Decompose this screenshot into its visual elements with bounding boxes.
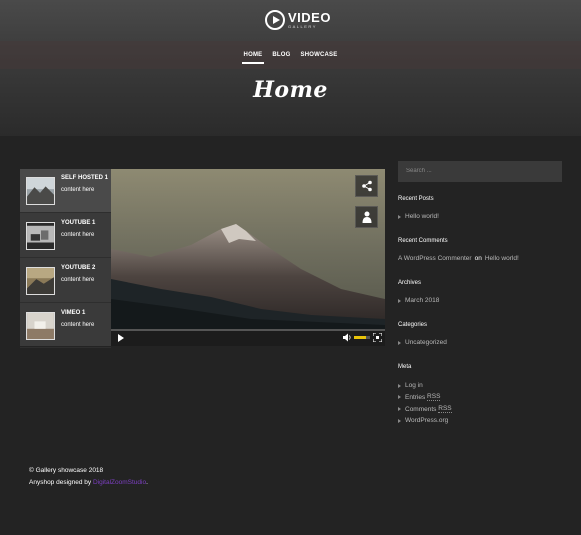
footer-credits-suffix: . xyxy=(146,479,148,486)
meta-entries-rss-abbr: RSS xyxy=(427,393,441,401)
category-link[interactable]: Uncategorized xyxy=(398,339,447,346)
user-icon xyxy=(362,211,371,223)
triangle-bullet-icon xyxy=(398,214,401,219)
meta-comments-rss-link[interactable]: Comments RSS xyxy=(398,405,452,413)
share-icon xyxy=(361,180,372,192)
page-title: Home xyxy=(253,77,328,103)
meta-entries-rss-link[interactable]: Entries RSS xyxy=(398,393,441,401)
playlist-item-desc: content here xyxy=(61,187,95,193)
footer-copyright: © Gallery showcase 2018 xyxy=(29,467,104,474)
meta-wordpress-link[interactable]: WordPress.org xyxy=(398,417,448,424)
logo-text: VIDEO GALLERY xyxy=(288,11,331,29)
archive-label: March 2018 xyxy=(405,297,440,304)
logo-title: VIDEO xyxy=(288,10,331,25)
recent-comment: A WordPress Commenter on Hello world! xyxy=(398,255,519,262)
triangle-bullet-icon xyxy=(398,407,401,411)
playlist-item-desc: content here xyxy=(61,232,95,238)
video-thumbnail xyxy=(26,267,55,295)
meta-entries-label: Entries xyxy=(405,393,426,401)
play-icon[interactable] xyxy=(118,334,124,342)
playlist-item[interactable]: YOUTUBE 2 content here xyxy=(20,259,111,303)
logo-subtitle: GALLERY xyxy=(288,24,317,29)
main-nav: HOME BLOG SHOWCASE xyxy=(0,50,581,64)
triangle-bullet-icon xyxy=(398,383,401,388)
meta-login-label: Log in xyxy=(405,382,423,389)
playlist-item[interactable]: YOUTUBE 1 content here xyxy=(20,214,111,258)
playlist-item-title: SELF HOSTED 1 xyxy=(61,175,109,181)
widget-title-recent-posts: Recent Posts xyxy=(398,196,434,202)
nav-item-showcase[interactable]: SHOWCASE xyxy=(299,50,340,62)
volume-level xyxy=(354,336,366,339)
progress-bar[interactable] xyxy=(111,329,385,331)
comment-post-link[interactable]: Hello world! xyxy=(485,255,519,262)
meta-comments-label: Comments xyxy=(405,405,437,413)
widget-title-recent-comments: Recent Comments xyxy=(398,238,448,244)
nav-item-blog[interactable]: BLOG xyxy=(270,50,292,62)
comment-on-text: on xyxy=(474,255,482,262)
footer-designer-link[interactable]: DigitalZoomStudio xyxy=(93,479,146,486)
category-label: Uncategorized xyxy=(405,339,447,346)
playlist-item[interactable]: SELF HOSTED 1 content here xyxy=(20,169,111,213)
triangle-bullet-icon xyxy=(398,340,401,345)
volume-icon[interactable] xyxy=(343,333,352,342)
triangle-bullet-icon xyxy=(398,395,401,399)
share-button[interactable] xyxy=(355,175,378,197)
video-thumbnail xyxy=(26,312,55,340)
meta-login-link[interactable]: Log in xyxy=(398,382,423,389)
playlist-item-title: YOUTUBE 1 xyxy=(61,220,96,226)
recent-post-link[interactable]: Hello world! xyxy=(398,213,439,220)
footer-credits-prefix: Anyshop designed by xyxy=(29,479,92,486)
playlist-item[interactable]: VIMEO 1 content here xyxy=(20,304,111,348)
meta-comments-rss-abbr: RSS xyxy=(438,405,452,413)
sidebar: Recent Posts Hello world! Recent Comment… xyxy=(398,159,562,424)
video-gallery: SELF HOSTED 1 content here YOUTUBE 1 con… xyxy=(20,169,385,348)
site-header: VIDEO GALLERY HOME BLOG SHOWCASE Home xyxy=(0,0,581,136)
user-button[interactable] xyxy=(355,206,378,228)
video-frame xyxy=(111,169,385,329)
fullscreen-icon[interactable] xyxy=(373,333,382,342)
nav-item-home[interactable]: HOME xyxy=(241,50,265,64)
widget-title-categories: Categories xyxy=(398,322,428,328)
widget-title-meta: Meta xyxy=(398,364,412,370)
volume-slider[interactable] xyxy=(354,336,370,339)
video-player[interactable] xyxy=(111,169,385,329)
playlist-item-title: VIMEO 1 xyxy=(61,310,86,316)
archive-link[interactable]: March 2018 xyxy=(398,297,439,304)
playlist-item-title: YOUTUBE 2 xyxy=(61,265,96,271)
playlist-item-desc: content here xyxy=(61,277,95,283)
comment-author-link[interactable]: A WordPress Commenter xyxy=(398,255,472,262)
player-controls xyxy=(111,329,385,346)
meta-wordpress-label: WordPress.org xyxy=(405,417,449,424)
footer-credits: Anyshop designed by DigitalZoomStudio. xyxy=(29,479,148,486)
triangle-bullet-icon xyxy=(398,418,401,423)
video-thumbnail xyxy=(26,177,55,205)
playlist-item-desc: content here xyxy=(61,322,95,328)
play-circle-icon xyxy=(265,10,285,30)
search-input[interactable] xyxy=(398,160,562,182)
site-logo[interactable]: VIDEO GALLERY xyxy=(265,9,331,31)
video-thumbnail xyxy=(26,222,55,250)
playlist: SELF HOSTED 1 content here YOUTUBE 1 con… xyxy=(20,169,111,348)
triangle-bullet-icon xyxy=(398,298,401,303)
recent-post-label: Hello world! xyxy=(405,213,439,220)
widget-title-archives: Archives xyxy=(398,280,422,286)
